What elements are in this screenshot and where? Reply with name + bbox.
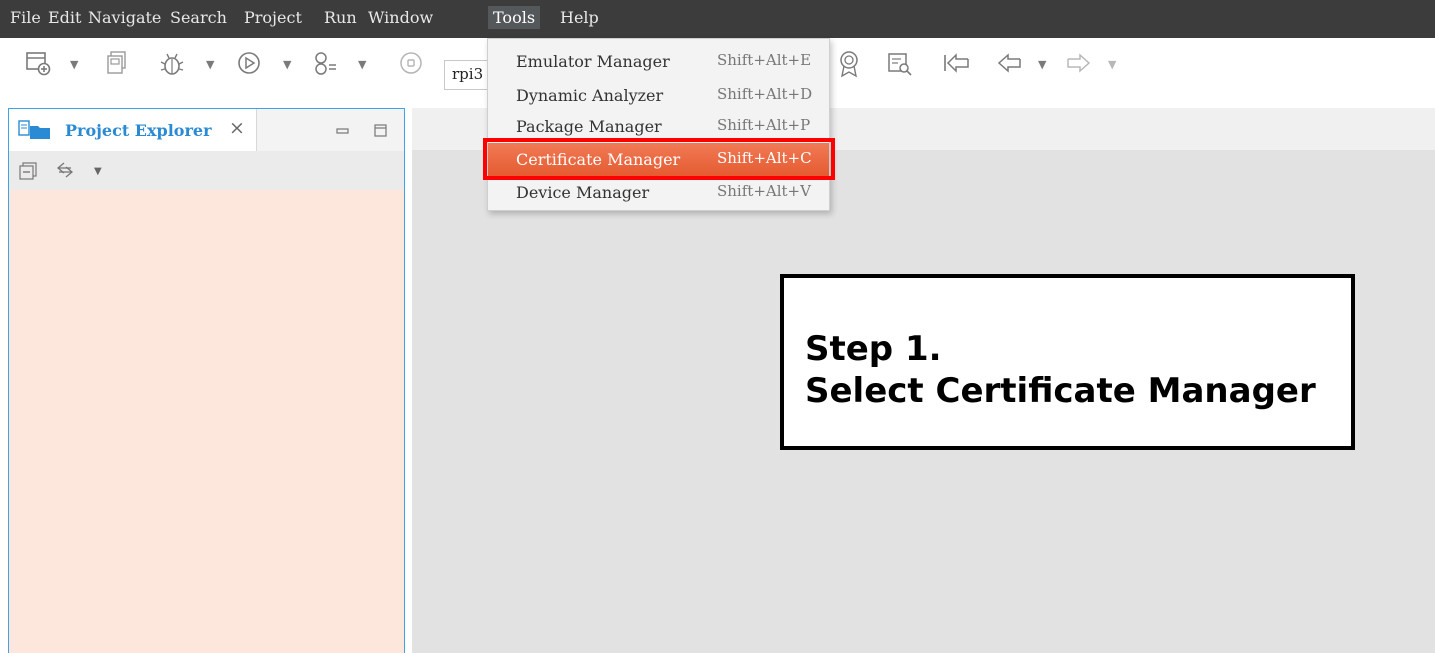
run-config-icon[interactable] (310, 50, 338, 78)
callout-step: Step 1. (805, 329, 942, 369)
menu-edit[interactable]: Edit (48, 8, 81, 27)
menu-file[interactable]: File (10, 8, 41, 27)
menu-item-shortcut: Shift+Alt+E (717, 51, 812, 69)
menu-item-dynamic-analyzer[interactable]: Dynamic Analyzer Shift+Alt+D (488, 79, 829, 113)
menu-run[interactable]: Run (324, 8, 357, 27)
menu-project[interactable]: Project (244, 8, 302, 27)
back-icon[interactable] (996, 50, 1024, 76)
run-dropdown-icon[interactable]: ▼ (283, 59, 291, 71)
forward-dropdown-icon[interactable]: ▼ (1108, 59, 1116, 71)
menu-item-label: Certificate Manager (516, 150, 681, 169)
menu-item-emulator-manager[interactable]: Emulator Manager Shift+Alt+E (488, 45, 829, 79)
menu-item-label: Package Manager (516, 117, 662, 136)
panel-divider[interactable] (405, 108, 412, 653)
forward-icon[interactable] (1064, 50, 1092, 76)
menu-navigate[interactable]: Navigate (88, 8, 161, 27)
link-editor-icon[interactable] (55, 160, 75, 184)
menu-item-label: Device Manager (516, 183, 650, 202)
menu-item-certificate-manager[interactable]: Certificate Manager Shift+Alt+C (488, 143, 829, 177)
menu-item-shortcut: Shift+Alt+P (717, 116, 811, 134)
back-dropdown-icon[interactable]: ▼ (1038, 59, 1046, 71)
project-explorer-panel: Project Explorer × ▼ (8, 108, 405, 653)
menu-bar: File Edit Navigate Search Project Run Wi… (0, 0, 1435, 38)
run-config-dropdown-icon[interactable]: ▼ (358, 59, 366, 71)
stop-icon[interactable] (398, 50, 424, 76)
certificate-icon[interactable] (836, 50, 862, 78)
minimize-icon[interactable] (336, 122, 350, 141)
new-project-icon[interactable] (25, 50, 51, 76)
menu-item-label: Dynamic Analyzer (516, 86, 664, 105)
close-icon[interactable]: × (229, 117, 245, 139)
menu-help[interactable]: Help (560, 8, 599, 27)
project-explorer-icon (18, 120, 52, 144)
target-device-field[interactable]: rpi3 (444, 60, 488, 90)
debug-icon[interactable] (158, 50, 186, 78)
menu-tools[interactable]: Tools (488, 6, 541, 29)
menu-item-shortcut: Shift+Alt+C (717, 149, 812, 167)
dropdown-arrow-icon[interactable]: ▼ (70, 59, 78, 71)
run-icon[interactable] (236, 50, 262, 76)
tools-menu: Emulator Manager Shift+Alt+E Dynamic Ana… (487, 38, 830, 211)
save-all-icon[interactable] (105, 50, 131, 76)
collapse-all-icon[interactable] (19, 162, 37, 184)
menu-item-device-manager[interactable]: Device Manager Shift+Alt+V (488, 176, 829, 210)
project-explorer-title: Project Explorer (65, 121, 212, 140)
project-explorer-tab[interactable]: Project Explorer × (9, 109, 257, 151)
menu-item-label: Emulator Manager (516, 52, 670, 71)
project-explorer-toolbar: ▼ (9, 151, 404, 190)
maximize-icon[interactable] (374, 123, 388, 142)
menu-window[interactable]: Window (368, 8, 433, 27)
view-menu-icon[interactable]: ▼ (94, 166, 102, 177)
menu-item-package-manager[interactable]: Package Manager Shift+Alt+P (488, 110, 829, 144)
last-edit-icon[interactable] (942, 50, 972, 76)
menu-item-shortcut: Shift+Alt+V (717, 182, 811, 200)
menu-search[interactable]: Search (170, 8, 227, 27)
debug-dropdown-icon[interactable]: ▼ (206, 59, 214, 71)
menu-item-shortcut: Shift+Alt+D (717, 85, 813, 103)
instruction-callout: Step 1. Select Certificate Manager (780, 274, 1355, 450)
window-edge (0, 96, 8, 653)
search-icon[interactable] (886, 50, 914, 78)
callout-instruction: Select Certificate Manager (805, 371, 1316, 411)
project-explorer-tabbar: Project Explorer × (9, 109, 404, 151)
